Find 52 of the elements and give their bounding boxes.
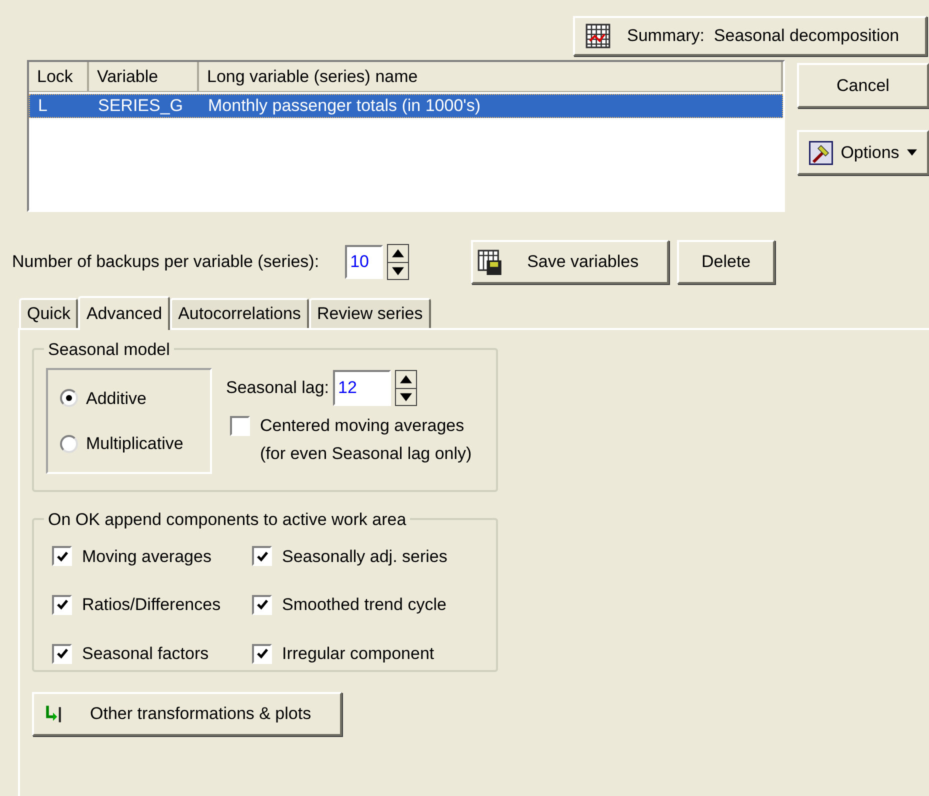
checkbox-label: Ratios/Differences [82, 594, 221, 616]
checkbox-label: Irregular component [282, 642, 434, 665]
delete-button[interactable]: Delete [677, 240, 776, 284]
tab[interactable]: Quick [19, 298, 78, 328]
checkbox-label: Seasonally adj. series [282, 546, 448, 568]
table-cell-text: SERIES_G [97, 95, 184, 117]
checkbox[interactable] [252, 594, 272, 615]
radio-label: Additive [86, 388, 146, 410]
checkbox-label: Smoothed trend cycle [282, 594, 446, 616]
backups-spinner[interactable] [387, 244, 410, 280]
checkbox[interactable] [252, 644, 272, 664]
checkbox[interactable] [252, 546, 272, 566]
tab[interactable]: Advanced [78, 296, 170, 330]
checkmark-icon [256, 598, 268, 612]
seasonal-lag-label: Seasonal lag: [226, 377, 330, 400]
backups-label: Number of backups per variable (series): [12, 251, 320, 274]
column-header[interactable]: Variable [89, 62, 199, 92]
summary-button[interactable]: Summary: Seasonal decomposition [573, 16, 927, 56]
tab[interactable]: Review series [308, 298, 431, 328]
checkbox-label: Moving averages [82, 546, 212, 568]
radio-button[interactable] [60, 434, 78, 453]
seasonal-lag-spinner[interactable] [395, 370, 418, 406]
options-menu-button[interactable]: Options [797, 130, 929, 175]
hammer-icon [808, 140, 833, 164]
cancel-button[interactable]: Cancel [797, 63, 929, 108]
grid-chart-icon [585, 23, 611, 49]
radio-label: Multiplicative [86, 433, 184, 455]
checkmark-icon [56, 647, 68, 660]
checkbox[interactable] [52, 644, 72, 664]
checkbox[interactable] [52, 594, 72, 615]
table-row[interactable]: L SERIES_G Monthly passenger totals (in 1000's) [29, 94, 783, 118]
tab[interactable]: Autocorrelations [170, 298, 309, 328]
checkmark-icon [56, 550, 68, 563]
column-header[interactable]: Lock [29, 62, 89, 92]
floppy-disk-icon [477, 249, 504, 275]
checkbox-label: Centered moving averages [260, 415, 466, 437]
checkbox[interactable] [230, 416, 250, 436]
table-cell-text: L [37, 95, 48, 117]
table-cell-text: Monthly passenger totals (in 1000's) [207, 95, 482, 117]
other-transformations-button[interactable]: Other transformations & plots [32, 692, 342, 736]
seasonal-lag-field[interactable]: 12 [333, 370, 392, 406]
radio-button[interactable] [60, 389, 78, 408]
save-variables-button[interactable]: Save variables [471, 240, 670, 284]
caret-icon [907, 149, 918, 156]
checkbox[interactable] [52, 546, 72, 566]
checkbox-label: Seasonal factors [82, 642, 209, 665]
checkmark-icon [56, 598, 68, 612]
checkmark-icon [256, 550, 268, 563]
column-header[interactable]: Long variable (series) name [199, 62, 783, 92]
checkmark-icon [256, 647, 268, 660]
checkbox-note: (for even Seasonal lag only) [260, 443, 472, 465]
backups-field[interactable]: 10 [345, 245, 384, 279]
